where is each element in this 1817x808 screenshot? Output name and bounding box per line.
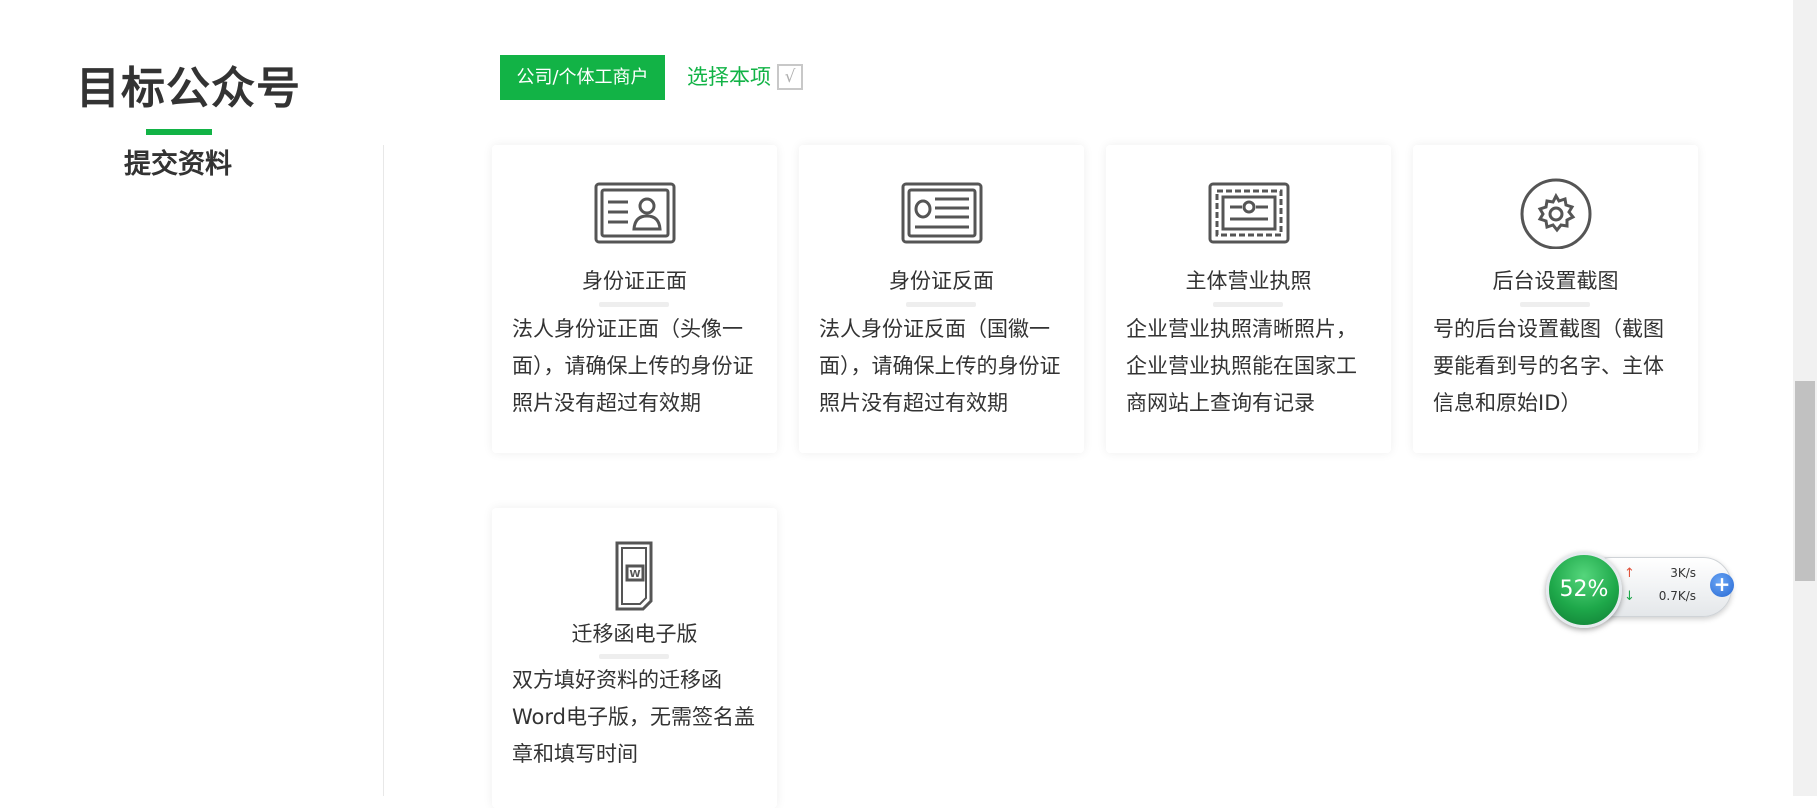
card-title-rule xyxy=(599,302,669,307)
business-license-icon xyxy=(1208,177,1290,249)
company-type-button[interactable]: 公司/个体工商户 xyxy=(500,55,665,100)
card-description: 双方填好资料的迁移函Word电子版，无需签名盖章和填写时间 xyxy=(512,668,755,766)
card-title: 主体营业执照 xyxy=(1185,269,1312,293)
memory-usage-ball[interactable]: 52% xyxy=(1546,552,1622,628)
material-card-id-front[interactable]: 身份证正面 法人身份证正面（头像一面），请确保上传的身份证照片没有超过有效期 xyxy=(492,145,777,453)
material-card-settings-screenshot[interactable]: 后台设置截图 号的后台设置截图（截图要能看到号的名字、主体信息和原始ID） xyxy=(1413,145,1698,453)
plus-icon[interactable]: + xyxy=(1710,573,1734,597)
select-item-checkbox[interactable]: √ xyxy=(777,64,803,90)
card-description: 法人身份证正面（头像一面），请确保上传的身份证照片没有超过有效期 xyxy=(512,317,754,415)
card-title-rule xyxy=(906,302,976,307)
download-arrow-icon: ↓ xyxy=(1624,589,1635,604)
gear-icon xyxy=(1515,177,1597,249)
card-title: 身份证正面 xyxy=(582,269,687,293)
select-item-label[interactable]: 选择本项 xyxy=(687,61,771,91)
material-card-id-back[interactable]: 身份证反面 法人身份证反面（国徽一面），请确保上传的身份证照片没有超过有效期 xyxy=(799,145,1084,453)
card-title: 迁移函电子版 xyxy=(571,622,698,646)
svg-text:W: W xyxy=(629,569,640,580)
page-subtitle: 提交资料 xyxy=(124,149,232,180)
id-card-back-icon xyxy=(901,177,983,249)
card-description: 号的后台设置截图（截图要能看到号的名字、主体信息和原始ID） xyxy=(1433,317,1664,415)
card-title: 后台设置截图 xyxy=(1492,269,1619,293)
card-title: 身份证反面 xyxy=(889,269,994,293)
title-underline xyxy=(146,129,212,135)
scrollbar-thumb[interactable] xyxy=(1795,381,1815,581)
upload-arrow-icon: ↑ xyxy=(1624,566,1635,581)
card-description: 企业营业执照清晰照片，企业营业执照能在国家工商网站上查询有记录 xyxy=(1126,317,1357,415)
vertical-divider xyxy=(383,145,384,796)
page-title: 目标公众号 xyxy=(76,63,301,114)
network-speed-widget[interactable]: 52% ↑ 3K/s ↓ 0.7K/s + xyxy=(1546,552,1738,628)
id-card-front-icon xyxy=(594,177,676,249)
word-document-icon: W xyxy=(594,540,676,612)
material-card-transfer-letter[interactable]: W 迁移函电子版 双方填好资料的迁移函Word电子版，无需签名盖章和填写时间 xyxy=(492,508,777,808)
upload-speed: 3K/s xyxy=(1670,566,1696,580)
card-title-rule xyxy=(599,654,669,659)
download-speed: 0.7K/s xyxy=(1658,589,1696,603)
card-title-rule xyxy=(1213,302,1283,307)
card-title-rule xyxy=(1520,302,1590,307)
material-card-business-license[interactable]: 主体营业执照 企业营业执照清晰照片，企业营业执照能在国家工商网站上查询有记录 xyxy=(1106,145,1391,453)
left-column: 目标公众号 提交资料 xyxy=(0,0,384,796)
card-description: 法人身份证反面（国徽一面），请确保上传的身份证照片没有超过有效期 xyxy=(819,317,1061,415)
